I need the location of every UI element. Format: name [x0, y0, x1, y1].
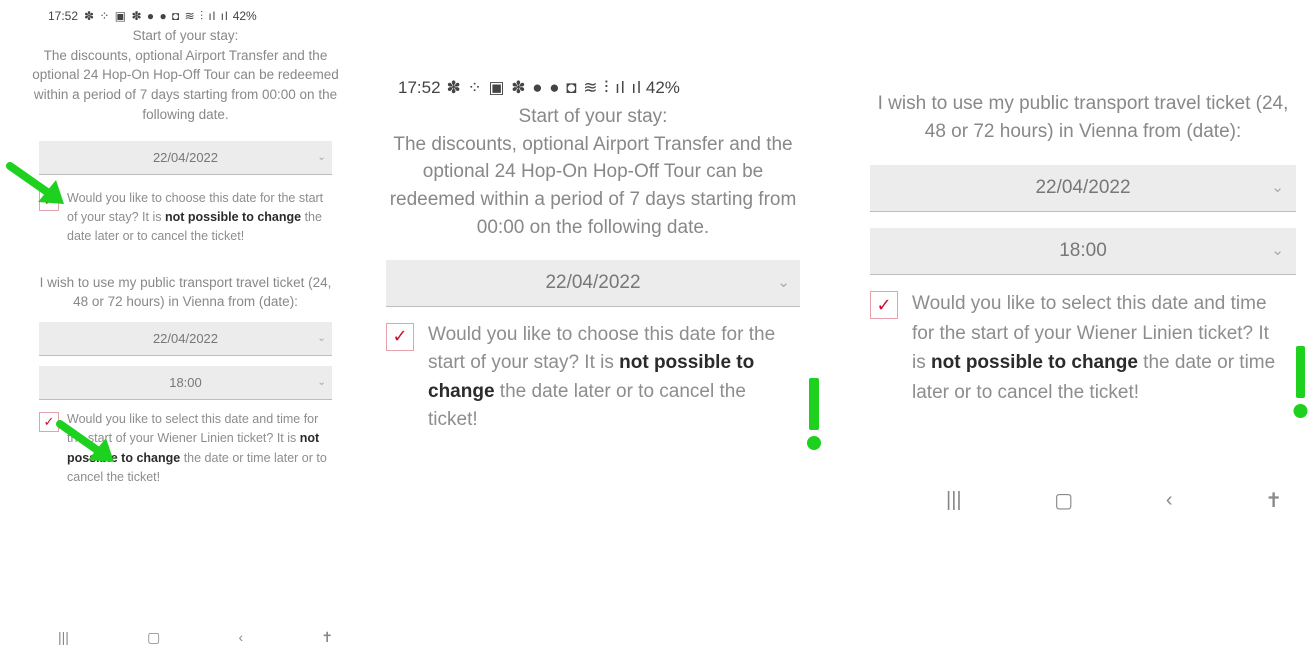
stay-consent-text: Would you like to choose this date for t…: [428, 323, 776, 431]
back-icon[interactable]: ‹: [238, 629, 243, 645]
screenshot-full: 17:52 ✽ ⁘ ▣ ✽ ● ● ◘ ≋ ⫶ ıl ıl 42% Start …: [28, 8, 343, 648]
screenshot-zoom-transport: I wish to use my public transport travel…: [858, 82, 1308, 528]
battery-level: 42%: [645, 78, 680, 97]
stay-date-value: 22/04/2022: [545, 271, 641, 293]
stay-consent: ✓ Would you like to choose this date for…: [39, 189, 332, 247]
stay-description: The discounts, optional Airport Transfer…: [389, 133, 797, 238]
chevron-down-icon: ⌄: [317, 151, 326, 163]
check-icon: ✓: [392, 326, 408, 347]
android-nav-bar: ||| ▢ ‹ ✝: [58, 626, 333, 648]
transport-date-value: 22/04/2022: [1035, 177, 1131, 199]
accessibility-icon[interactable]: ✝: [321, 629, 333, 646]
transport-consent-checkbox[interactable]: ✓: [870, 291, 898, 320]
android-nav-bar: ||| ▢ ‹ ✝: [946, 482, 1282, 518]
check-icon: ✓: [876, 294, 892, 315]
stay-heading: Start of your stay:: [518, 106, 668, 127]
chevron-down-icon: ⌄: [1271, 179, 1284, 197]
annotation-arrow-icon: [6, 162, 64, 204]
stay-consent-text: Would you like to choose this date for t…: [67, 190, 324, 244]
transport-time-value: 18:00: [1059, 240, 1107, 262]
chevron-down-icon: ⌄: [777, 273, 790, 291]
check-icon: ✓: [43, 414, 55, 430]
stay-date-select[interactable]: 22/04/2022 ⌄: [39, 140, 332, 175]
recent-apps-icon[interactable]: |||: [946, 489, 962, 512]
transport-time-select[interactable]: 18:00 ⌄: [39, 366, 332, 401]
transport-time-select[interactable]: 18:00 ⌄: [870, 228, 1296, 276]
home-icon[interactable]: ▢: [147, 629, 160, 646]
status-icons: ✽ ⁘ ▣ ✽ ● ● ◘ ≋ ⫶ ıl ıl: [446, 78, 642, 97]
transport-description: I wish to use my public transport travel…: [877, 93, 1289, 142]
accessibility-icon[interactable]: ✝: [1265, 488, 1282, 513]
battery-level: 42%: [232, 9, 257, 23]
stay-heading: Start of your stay:: [132, 28, 239, 43]
transport-time-value: 18:00: [169, 375, 202, 391]
chevron-down-icon: ⌄: [317, 377, 326, 389]
home-icon[interactable]: ▢: [1054, 488, 1073, 513]
screenshot-zoom-stay: 17:52 ✽ ⁘ ▣ ✽ ● ● ◘ ≋ ⫶ ıl ıl 42% Start …: [378, 62, 808, 532]
stay-date-select[interactable]: 22/04/2022 ⌄: [386, 259, 800, 307]
status-bar: 17:52 ✽ ⁘ ▣ ✽ ● ● ◘ ≋ ⫶ ıl ıl 42%: [48, 8, 343, 24]
chevron-down-icon: ⌄: [317, 333, 326, 345]
transport-date-select[interactable]: 22/04/2022 ⌄: [870, 165, 1296, 213]
transport-date-select[interactable]: 22/04/2022 ⌄: [39, 322, 332, 357]
status-icons: ✽ ⁘ ▣ ✽ ● ● ◘ ≋ ⫶ ıl ıl: [84, 8, 229, 23]
transport-date-value: 22/04/2022: [152, 331, 219, 347]
back-icon[interactable]: ‹: [1166, 489, 1173, 512]
stay-date-value: 22/04/2022: [152, 149, 219, 165]
transport-consent-text: Would you like to select this date and t…: [912, 293, 1276, 403]
recent-apps-icon[interactable]: |||: [58, 629, 69, 645]
stay-consent-checkbox[interactable]: ✓: [386, 322, 414, 351]
exclamation-mark-icon: [807, 378, 821, 450]
exclamation-mark-icon: [1293, 346, 1308, 418]
stay-consent: ✓ Would you like to choose this date for…: [386, 321, 788, 435]
status-bar: 17:52 ✽ ⁘ ▣ ✽ ● ● ◘ ≋ ⫶ ıl ıl 42%: [398, 75, 808, 101]
transport-consent: ✓ Would you like to select this date and…: [870, 289, 1286, 429]
status-time: 17:52: [398, 78, 441, 97]
status-time: 17:52: [48, 9, 79, 23]
chevron-down-icon: ⌄: [1271, 242, 1284, 260]
stay-description: The discounts, optional Airport Transfer…: [32, 47, 339, 122]
annotation-arrow-icon: [56, 420, 114, 462]
transport-description: I wish to use my public transport travel…: [39, 274, 332, 310]
